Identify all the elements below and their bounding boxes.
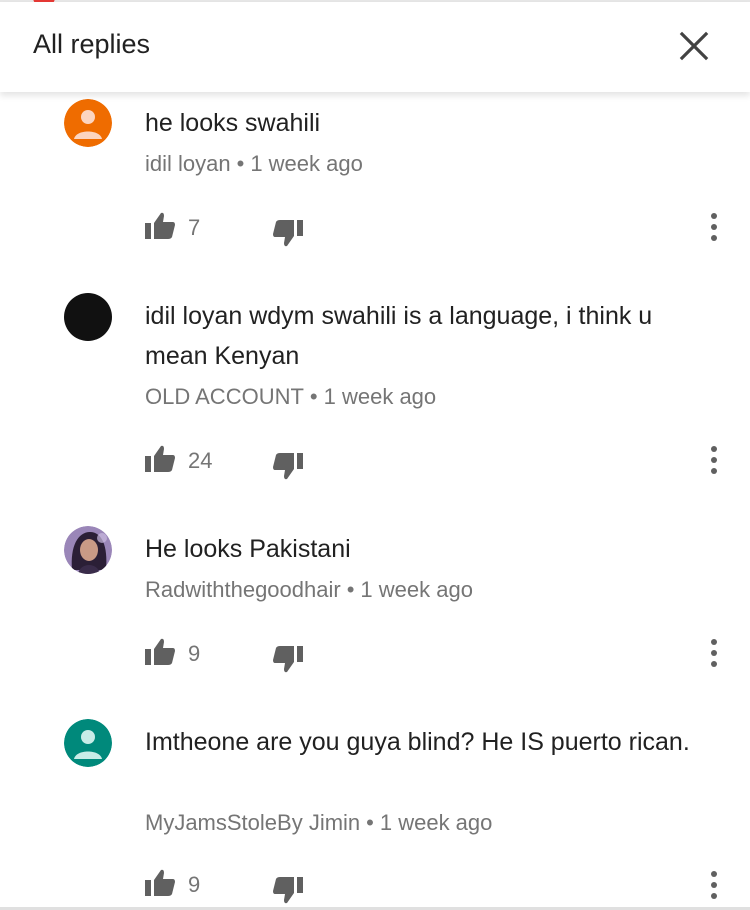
close-icon	[679, 31, 709, 61]
comment-meta: MyJamsStoleBy Jimin • 1 week ago	[145, 810, 492, 836]
like-button[interactable]	[144, 637, 176, 667]
dislike-button[interactable]	[272, 451, 304, 481]
meta-separator: •	[366, 810, 374, 835]
thumbs-up-icon	[145, 869, 175, 896]
header-title: All replies	[33, 29, 151, 59]
thumbs-up-icon	[145, 638, 175, 665]
avatar[interactable]	[64, 719, 112, 767]
like-button[interactable]	[144, 868, 176, 898]
dislike-button[interactable]	[272, 644, 304, 674]
like-button[interactable]	[144, 444, 176, 474]
meta-separator: •	[346, 577, 355, 602]
more-options-button[interactable]	[700, 443, 728, 477]
profile-photo-icon	[64, 526, 112, 574]
default-user-icon	[64, 719, 112, 767]
avatar[interactable]	[64, 99, 112, 147]
more-options-button[interactable]	[700, 210, 728, 244]
thumbs-down-icon	[273, 646, 303, 673]
like-button[interactable]	[144, 211, 176, 241]
comment-text: he looks swahili	[145, 109, 321, 137]
avatar[interactable]	[64, 526, 112, 574]
more-vert-icon	[711, 446, 717, 474]
thumbs-down-icon	[273, 453, 303, 480]
close-button[interactable]	[672, 24, 716, 68]
author-name[interactable]: MyJamsStoleBy Jimin	[145, 810, 360, 835]
like-count: 24	[188, 448, 213, 473]
timestamp: 1 week ago	[250, 151, 363, 176]
more-vert-icon	[711, 213, 717, 241]
dislike-button[interactable]	[272, 875, 304, 905]
comment-meta: OLD ACCOUNT • 1 week ago	[145, 384, 436, 410]
like-count: 9	[188, 641, 201, 666]
more-vert-icon	[711, 871, 717, 899]
thumbs-down-icon	[273, 220, 303, 247]
timestamp: 1 week ago	[379, 810, 493, 835]
more-options-button[interactable]	[700, 636, 728, 670]
thumbs-down-icon	[273, 877, 303, 904]
like-count: 7	[188, 215, 201, 240]
thumbs-up-icon	[145, 212, 175, 239]
comment-text: idil loyan wdym swahili is a language, i…	[145, 302, 653, 370]
dislike-button[interactable]	[272, 218, 304, 248]
author-name[interactable]: OLD ACCOUNT	[145, 384, 304, 409]
comment-text: Imtheone are you guya blind? He IS puert…	[145, 728, 690, 756]
comment-text: He looks Pakistani	[145, 535, 351, 563]
default-user-icon	[64, 99, 112, 147]
avatar[interactable]	[64, 293, 112, 341]
more-vert-icon	[711, 639, 717, 667]
author-name[interactable]: Radwiththegoodhair	[145, 577, 341, 602]
meta-separator: •	[236, 151, 245, 176]
comment-meta: Radwiththegoodhair • 1 week ago	[145, 577, 473, 603]
more-options-button[interactable]	[700, 868, 728, 902]
replies-header: All replies	[0, 2, 750, 92]
meta-separator: •	[309, 384, 318, 409]
comment-meta: idil loyan • 1 week ago	[145, 151, 363, 177]
author-name[interactable]: idil loyan	[145, 151, 231, 176]
timestamp: 1 week ago	[323, 384, 437, 409]
thumbs-up-icon	[145, 445, 175, 472]
like-count: 9	[188, 872, 201, 897]
timestamp: 1 week ago	[360, 577, 473, 602]
